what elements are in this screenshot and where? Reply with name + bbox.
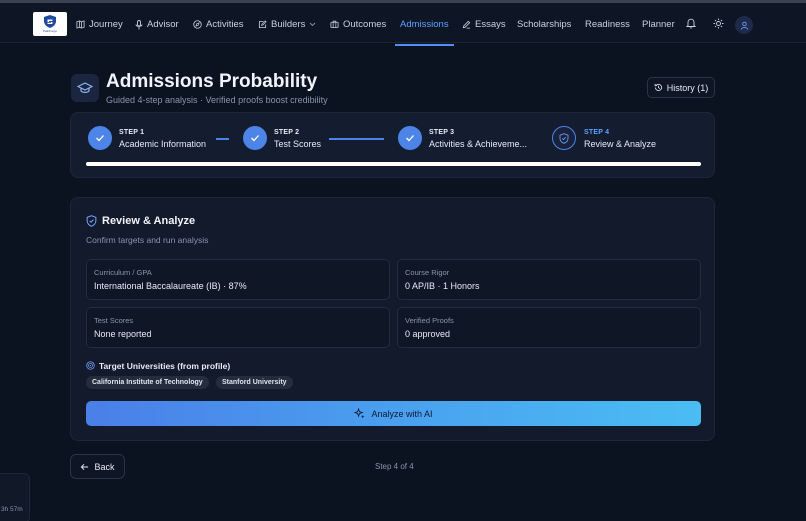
nav-label: Admissions xyxy=(400,19,449,30)
stepper: STEP 1 Academic Information STEP 2 Test … xyxy=(70,112,715,178)
mic-icon xyxy=(135,19,143,29)
history-label: History (1) xyxy=(666,82,709,93)
sparkles-icon xyxy=(354,408,366,419)
check-icon xyxy=(96,135,104,142)
nav-label: Builders xyxy=(271,19,306,30)
nav-label: Essays xyxy=(475,19,506,30)
briefcase-icon xyxy=(330,20,339,29)
compass-icon xyxy=(193,20,202,29)
chevron-down-icon xyxy=(310,22,316,27)
info-value: 0 AP/IB · 1 Honors xyxy=(405,281,480,291)
step-1-label: Academic Information xyxy=(119,139,207,149)
step-connector xyxy=(216,138,229,140)
nav-label: Journey xyxy=(89,19,123,30)
arrow-left-icon xyxy=(81,463,89,470)
nav-activities[interactable]: Activities xyxy=(193,6,243,43)
shield-logo-icon xyxy=(44,15,56,28)
history-icon xyxy=(654,83,662,91)
history-button[interactable]: History (1) xyxy=(647,77,715,98)
pen-icon xyxy=(462,20,471,29)
info-box-verified-proofs: Verified Proofs 0 approved xyxy=(397,307,701,348)
step-4-number: STEP 4 xyxy=(584,129,610,136)
check-icon xyxy=(251,135,259,142)
university-chip: Stanford University xyxy=(216,376,293,389)
nav-scholarships[interactable]: Scholarships xyxy=(517,6,571,43)
info-label: Verified Proofs xyxy=(405,316,454,325)
bell-icon[interactable] xyxy=(686,18,696,29)
step-connector xyxy=(329,138,384,140)
back-button[interactable]: Back xyxy=(70,454,125,479)
progress-fill xyxy=(86,162,701,166)
logo-wordmark: PathForge xyxy=(42,29,57,33)
step-3-label: Activities & Achieveme... xyxy=(429,139,528,149)
nav-advisor[interactable]: Advisor xyxy=(135,6,179,43)
review-title: Review & Analyze xyxy=(102,215,196,227)
nav-planner[interactable]: Planner xyxy=(642,6,675,43)
nav-essays[interactable]: Essays xyxy=(462,6,506,43)
targets-label: Target Universities (from profile) xyxy=(99,361,231,371)
info-label: Curriculum / GPA xyxy=(94,268,152,277)
session-timer[interactable]: 3h 57m xyxy=(0,473,30,521)
review-subtitle: Confirm targets and run analysis xyxy=(86,235,209,245)
info-value: 0 approved xyxy=(405,329,451,339)
step-2-label: Test Scores xyxy=(274,139,322,149)
nav-builders[interactable]: Builders xyxy=(258,6,316,43)
back-label: Back xyxy=(94,461,115,472)
avatar[interactable] xyxy=(735,16,753,34)
shield-check-icon xyxy=(86,215,97,227)
user-icon xyxy=(740,21,748,30)
step-2-number: STEP 2 xyxy=(274,129,300,136)
info-label: Test Scores xyxy=(94,316,134,325)
step-4-label: Review & Analyze xyxy=(584,139,657,149)
step-1-number: STEP 1 xyxy=(119,129,145,136)
step-3-number: STEP 3 xyxy=(429,129,455,136)
nav-label: Scholarships xyxy=(517,19,572,30)
info-box-curriculum: Curriculum / GPA International Baccalaur… xyxy=(86,259,390,300)
graduation-cap-icon xyxy=(77,82,93,93)
nav-readiness[interactable]: Readiness xyxy=(585,6,630,43)
info-value: None reported xyxy=(94,329,152,339)
check-icon xyxy=(406,135,414,142)
university-chip: California Institute of Technology xyxy=(86,376,209,389)
step-indicator: Step 4 of 4 xyxy=(375,462,414,471)
progress-track xyxy=(86,162,701,166)
nav-label: Advisor xyxy=(147,19,179,30)
nav-admissions[interactable]: Admissions xyxy=(395,6,454,46)
review-card: Review & Analyze Confirm targets and run… xyxy=(70,197,715,441)
info-label: Course Rigor xyxy=(405,268,450,277)
top-nav: PathForge Journey Advisor Activities Bui… xyxy=(0,3,806,46)
nav-label: Readiness xyxy=(585,19,630,30)
target-icon xyxy=(86,361,95,370)
nav-outcomes[interactable]: Outcomes xyxy=(330,6,386,43)
nav-journey[interactable]: Journey xyxy=(76,6,123,43)
shield-check-icon xyxy=(559,132,569,144)
analyze-button[interactable]: Analyze with AI xyxy=(86,401,701,426)
step-1-circle[interactable] xyxy=(88,126,112,150)
sun-icon[interactable] xyxy=(713,18,724,29)
nav-label: Planner xyxy=(642,19,675,30)
nav-label: Activities xyxy=(206,19,244,30)
info-box-test-scores: Test Scores None reported xyxy=(86,307,390,348)
page-subtitle: Guided 4-step analysis · Verified proofs… xyxy=(106,95,328,105)
nav-label: Outcomes xyxy=(343,19,387,30)
step-4-circle[interactable] xyxy=(552,126,576,150)
timer-text: 3h 57m xyxy=(1,506,23,513)
step-2-circle[interactable] xyxy=(243,126,267,150)
header-icon-badge xyxy=(71,74,99,102)
info-value: International Baccalaureate (IB) · 87% xyxy=(94,281,247,291)
step-3-circle[interactable] xyxy=(398,126,422,150)
analyze-label: Analyze with AI xyxy=(371,408,433,419)
map-icon xyxy=(76,20,85,29)
page-title: Admissions Probability xyxy=(106,71,318,92)
info-box-course-rigor: Course Rigor 0 AP/IB · 1 Honors xyxy=(397,259,701,300)
logo[interactable]: PathForge xyxy=(33,12,67,36)
edit-icon xyxy=(258,20,267,29)
